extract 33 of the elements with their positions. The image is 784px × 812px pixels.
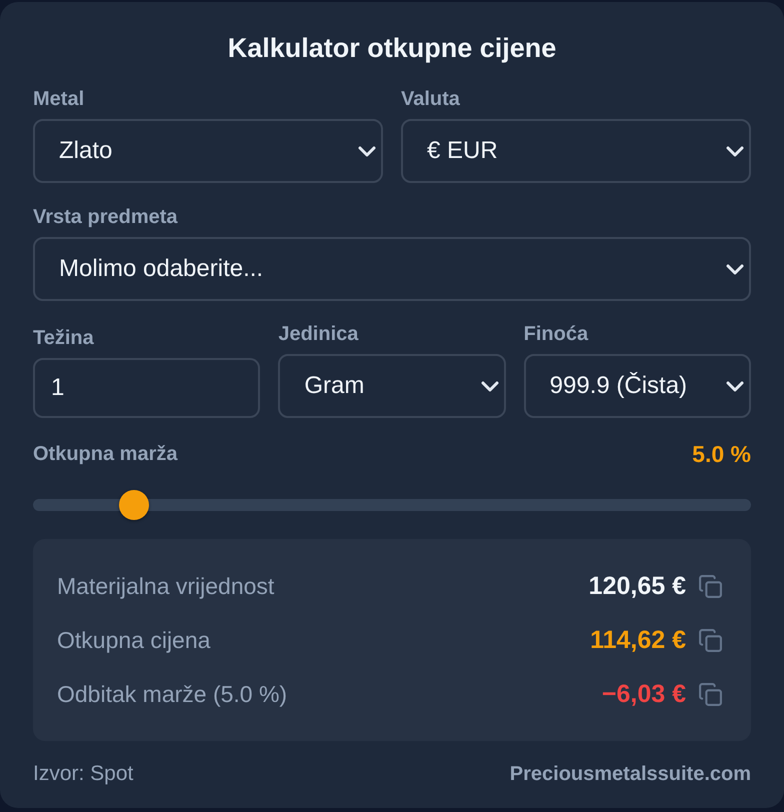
- slider-track[interactable]: [33, 490, 751, 520]
- slider-label: Otkupna marža: [33, 442, 178, 466]
- slider-thumb[interactable]: [119, 490, 149, 520]
- chevron-down-icon: [358, 146, 376, 156]
- site-link[interactable]: Preciousmetalssuite.com: [510, 762, 751, 786]
- chevron-down-icon: [726, 380, 744, 392]
- dropdown[interactable]: € EUR: [401, 119, 751, 183]
- result-label: Materijalna vrijednost: [57, 572, 274, 600]
- field-label: Valuta: [401, 87, 460, 111]
- result-value: −6,03 €: [602, 680, 686, 708]
- chevron-down-icon: [726, 264, 744, 274]
- field-label: Metal: [33, 87, 84, 111]
- copy-icon[interactable]: [698, 574, 723, 598]
- margin-reading: 5.0 %: [692, 442, 751, 466]
- calculator-title: Kalkulator otkupne cijene: [226, 32, 558, 64]
- field-label: Finoća: [524, 322, 588, 346]
- field-label: Jedinica: [278, 322, 358, 346]
- chevron-down-icon: [480, 380, 499, 392]
- dropdown[interactable]: Molimo odaberite...: [33, 237, 751, 301]
- result-label: Odbitak marže (5.0 %): [57, 680, 288, 708]
- result-value: 120,65 €: [588, 572, 686, 600]
- dropdown[interactable]: Gram: [278, 354, 506, 418]
- copy-icon[interactable]: [698, 682, 723, 706]
- chevron-down-icon: [726, 146, 744, 156]
- input-field[interactable]: 1: [33, 358, 260, 418]
- copy-icon[interactable]: [698, 628, 723, 652]
- dropdown[interactable]: Zlato: [33, 119, 383, 183]
- result-label: Otkupna cijena: [57, 626, 210, 654]
- source-text: Izvor: Spot: [33, 762, 134, 786]
- result-value: 114,62 €: [590, 626, 686, 654]
- dropdown[interactable]: 999.9 (Čista): [524, 354, 751, 418]
- field-label: Težina: [33, 326, 94, 350]
- field-label: Vrsta predmeta: [33, 205, 178, 229]
